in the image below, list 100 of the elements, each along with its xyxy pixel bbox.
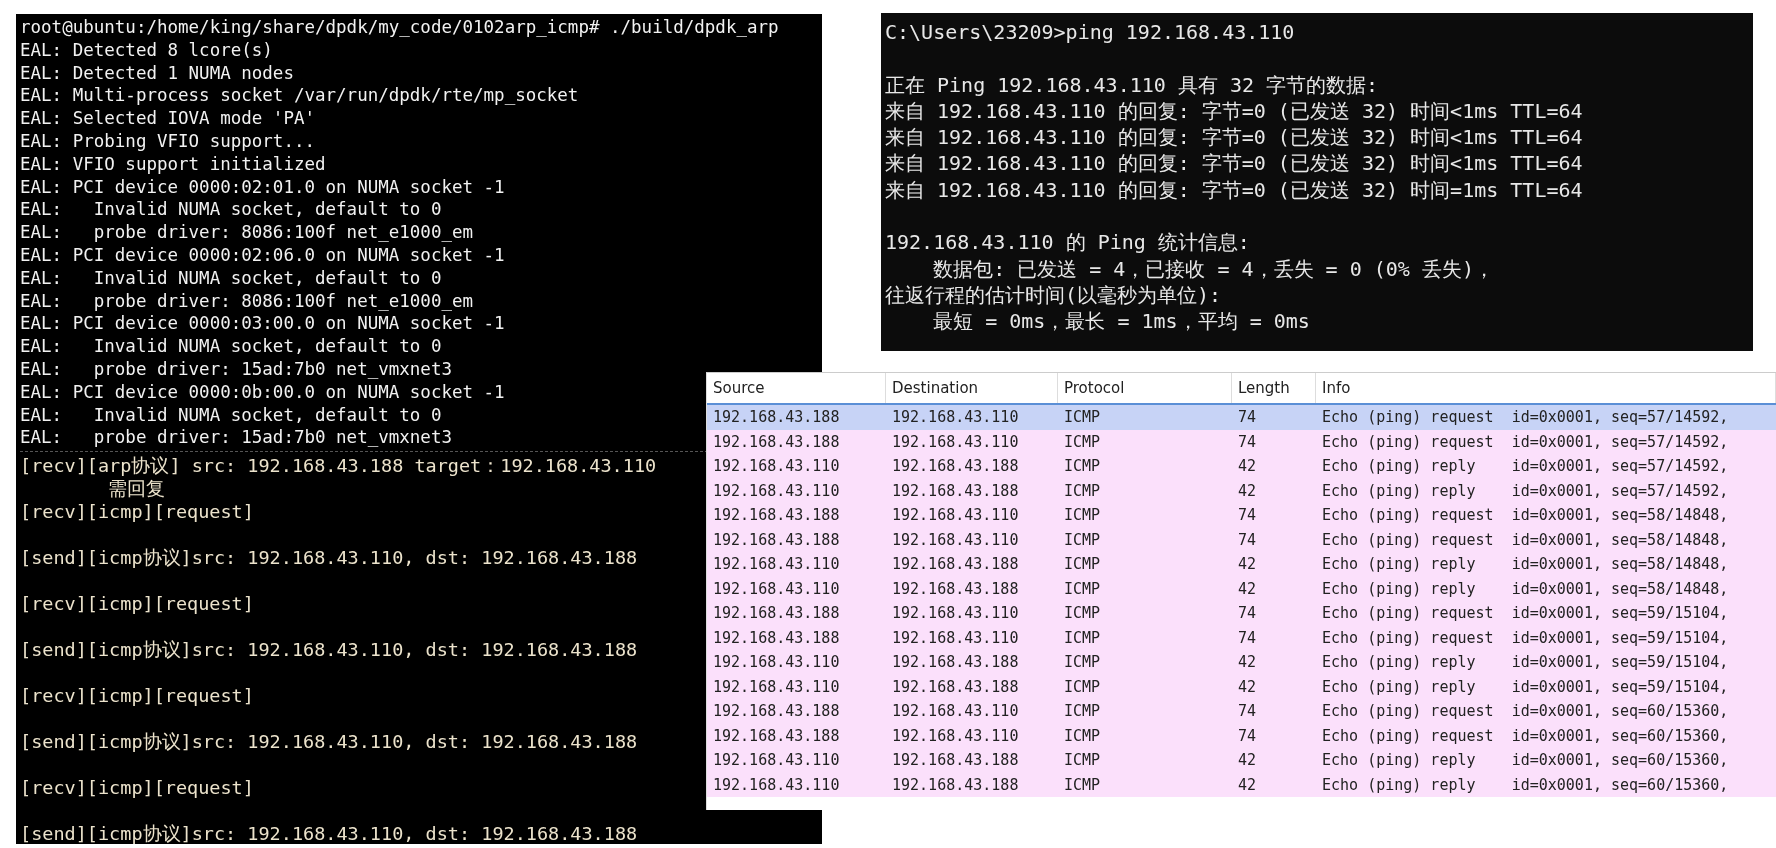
terminal-line: EAL: PCI device 0000:02:06.0 on NUMA socket -1	[20, 243, 505, 267]
terminal-line: [recv][icmp][request]	[20, 500, 254, 524]
table-cell-text: 192.168.43.188	[891, 481, 1020, 500]
table-cell-text: 192.168.43.110	[891, 604, 1020, 623]
terminal-line: EAL: Multi-process socket /var/run/dpdk/rte/mp_socket	[20, 84, 579, 108]
terminal-line: EAL: PCI device 0000:02:01.0 on NUMA socket -1	[20, 175, 505, 199]
column-header[interactable]: Destination	[886, 373, 1058, 403]
table-cell-text: ICMP	[1063, 702, 1102, 721]
table-cell-text: 192.168.43.188	[712, 628, 841, 647]
table-cell-text: 192.168.43.188	[891, 653, 1020, 672]
column-header[interactable]: Protocol	[1058, 373, 1232, 403]
terminal-line: root@ubuntu:/home/king/share/dpdk/my_code/0102arp_icmp# ./build/dpdk_arp	[20, 16, 779, 39]
terminal-line: [send][icmp协议]src: 192.168.43.110, dst: 192.168.43.188	[20, 546, 638, 570]
column-header[interactable]: Length	[1232, 373, 1316, 403]
table-cell-text: 74	[1237, 628, 1258, 647]
console-line: 192.168.43.110 的 Ping 统计信息:	[885, 229, 1250, 256]
column-header[interactable]: Source	[707, 373, 886, 403]
table-cell-text: ICMP	[1063, 408, 1102, 427]
packet-row[interactable]: 192.168.43.188 192.168.43.110 ICMP 74 Echo (ping) request id=0x0001, seq=59/15104,	[707, 601, 1776, 626]
terminal-line: EAL: Invalid NUMA socket, default to 0	[20, 266, 442, 290]
table-cell-text: Echo (ping) reply id=0x0001, seq=60/15360,	[1321, 751, 1730, 770]
terminal-line: EAL: Probing VFIO support...	[20, 130, 315, 153]
terminal-line: [recv][arp协议] src: 192.168.43.188 target：192.168.43.110	[20, 454, 657, 478]
table-cell-text: Echo (ping) reply id=0x0001, seq=58/14848,	[1321, 555, 1730, 574]
table-cell-text: Echo (ping) reply id=0x0001, seq=59/15104,	[1321, 677, 1730, 696]
table-cell-text: ICMP	[1063, 677, 1102, 696]
packet-row[interactable]: 192.168.43.110 192.168.43.188 ICMP 42 Echo (ping) reply id=0x0001, seq=59/15104,	[707, 674, 1776, 699]
console-line: 来自 192.168.43.110 的回复: 字节=0 (已发送 32) 时间<1ms TTL=64	[885, 97, 1583, 125]
packet-row[interactable]: 192.168.43.188 192.168.43.110 ICMP 74 Echo (ping) request id=0x0001, seq=58/14848,	[707, 527, 1776, 552]
table-cell-text: 192.168.43.188	[891, 579, 1020, 598]
terminal-line: [send][icmp协议]src: 192.168.43.110, dst: 192.168.43.188	[20, 638, 638, 662]
table-cell-text: ICMP	[1063, 457, 1102, 476]
table-cell-text: 74	[1237, 530, 1258, 549]
table-cell-text: ICMP	[1063, 775, 1102, 794]
terminal-line: EAL: PCI device 0000:03:00.0 on NUMA socket -1	[20, 312, 505, 336]
table-cell-text: 192.168.43.110	[712, 457, 841, 476]
packet-row[interactable]: 192.168.43.110 192.168.43.188 ICMP 42 Echo (ping) reply id=0x0001, seq=59/15104,	[707, 650, 1776, 675]
terminal-line: [send][icmp协议]src: 192.168.43.110, dst: 192.168.43.188	[20, 822, 638, 846]
table-cell-text: 42	[1237, 677, 1258, 696]
table-cell-text: 42	[1237, 653, 1258, 672]
packet-row[interactable]: 192.168.43.110 192.168.43.188 ICMP 42 Echo (ping) reply id=0x0001, seq=58/14848,	[707, 576, 1776, 601]
terminal-line: EAL: Detected 8 lcore(s)	[20, 38, 273, 62]
table-cell-text: Echo (ping) reply id=0x0001, seq=60/15360,	[1321, 775, 1730, 794]
table-cell-text: ICMP	[1063, 604, 1102, 623]
packet-row[interactable]: 192.168.43.188 192.168.43.110 ICMP 74 Echo (ping) request id=0x0001, seq=57/14592,	[707, 405, 1776, 430]
terminal-line: EAL: Invalid NUMA socket, default to 0	[20, 198, 442, 222]
table-cell-text: 192.168.43.188	[891, 677, 1020, 696]
table-cell-text: 192.168.43.188	[712, 408, 841, 427]
table-cell-text: Echo (ping) reply id=0x0001, seq=58/14848,	[1321, 579, 1730, 598]
packet-row[interactable]: 192.168.43.110 192.168.43.188 ICMP 42 Echo (ping) reply id=0x0001, seq=57/14592,	[707, 478, 1776, 503]
terminal-line: 需回复	[108, 477, 165, 501]
terminal-line: EAL: probe driver: 8086:100f net_e1000_em	[20, 221, 474, 244]
table-cell-text: ICMP	[1063, 628, 1102, 647]
table-cell-text: 74	[1237, 408, 1258, 427]
terminal-line: [recv][icmp][request]	[20, 592, 254, 616]
table-cell-text: 192.168.43.188	[712, 604, 841, 623]
table-cell-text: Echo (ping) request id=0x0001, seq=58/14848,	[1321, 530, 1730, 549]
table-cell-text: 74	[1237, 702, 1258, 721]
table-cell-text: ICMP	[1063, 530, 1102, 549]
table-cell-text: 74	[1237, 726, 1258, 745]
table-cell-text: ICMP	[1063, 481, 1102, 500]
table-cell-text: Echo (ping) request id=0x0001, seq=57/14592,	[1321, 408, 1730, 427]
table-cell-text: 192.168.43.110	[891, 530, 1020, 549]
table-cell-text: Echo (ping) request id=0x0001, seq=57/14592,	[1321, 432, 1730, 451]
table-cell-text: ICMP	[1063, 432, 1102, 451]
terminal-line: EAL: Invalid NUMA socket, default to 0	[20, 403, 442, 427]
terminal-line: EAL: Selected IOVA mode 'PA'	[20, 107, 315, 130]
terminal-line: EAL: Detected 1 NUMA nodes	[20, 61, 294, 85]
table-cell-text: Echo (ping) request id=0x0001, seq=60/15360,	[1321, 726, 1730, 745]
table-cell-text: 192.168.43.110	[712, 751, 841, 770]
packet-row[interactable]: 192.168.43.188 192.168.43.110 ICMP 74 Echo (ping) request id=0x0001, seq=60/15360,	[707, 723, 1776, 748]
column-header[interactable]: Info	[1316, 373, 1776, 403]
table-cell-text: 192.168.43.188	[712, 702, 841, 721]
table-cell-text: 192.168.43.110	[712, 579, 841, 598]
table-cell-text: 192.168.43.188	[891, 751, 1020, 770]
table-cell-text: ICMP	[1063, 555, 1102, 574]
table-cell-text: 192.168.43.188	[712, 432, 841, 451]
table-cell-text: 192.168.43.188	[712, 726, 841, 745]
table-cell-text: Echo (ping) reply id=0x0001, seq=57/14592,	[1321, 457, 1730, 476]
packet-row[interactable]: 192.168.43.110 192.168.43.188 ICMP 42 Echo (ping) reply id=0x0001, seq=60/15360,	[707, 772, 1776, 797]
table-cell-text: ICMP	[1063, 726, 1102, 745]
packet-row[interactable]: 192.168.43.188 192.168.43.110 ICMP 74 Echo (ping) request id=0x0001, seq=58/14848,	[707, 503, 1776, 528]
packet-row[interactable]: 192.168.43.188 192.168.43.110 ICMP 74 Echo (ping) request id=0x0001, seq=59/15104,	[707, 625, 1776, 650]
console-line: 最短 = 0ms，最长 = 1ms，平均 = 0ms	[932, 308, 1310, 335]
table-cell-text: 192.168.43.110	[712, 481, 841, 500]
packet-row[interactable]: 192.168.43.188 192.168.43.110 ICMP 74 Echo (ping) request id=0x0001, seq=60/15360,	[707, 699, 1776, 724]
console-line: 往返行程的估计时间(以毫秒为单位):	[885, 281, 1222, 309]
terminal-line: [recv][icmp][request]	[20, 776, 254, 800]
table-cell-text: 42	[1237, 481, 1258, 500]
table-cell-text: Echo (ping) request id=0x0001, seq=58/14848,	[1321, 506, 1730, 525]
packet-row[interactable]: 192.168.43.110 192.168.43.188 ICMP 42 Echo (ping) reply id=0x0001, seq=58/14848,	[707, 552, 1776, 577]
terminal-line: EAL: probe driver: 15ad:7b0 net_vmxnet3	[20, 357, 452, 381]
packet-row[interactable]: 192.168.43.110 192.168.43.188 ICMP 42 Echo (ping) reply id=0x0001, seq=60/15360,	[707, 748, 1776, 773]
table-cell-text: 192.168.43.110	[891, 702, 1020, 721]
table-cell-text: ICMP	[1063, 653, 1102, 672]
table-cell-text: ICMP	[1063, 506, 1102, 525]
table-cell-text: 42	[1237, 555, 1258, 574]
table-cell-text: 192.168.43.110	[712, 555, 841, 574]
packet-row[interactable]: 192.168.43.188 192.168.43.110 ICMP 74 Echo (ping) request id=0x0001, seq=57/14592,	[707, 429, 1776, 454]
packet-row[interactable]: 192.168.43.110 192.168.43.188 ICMP 42 Echo (ping) reply id=0x0001, seq=57/14592,	[707, 454, 1776, 479]
